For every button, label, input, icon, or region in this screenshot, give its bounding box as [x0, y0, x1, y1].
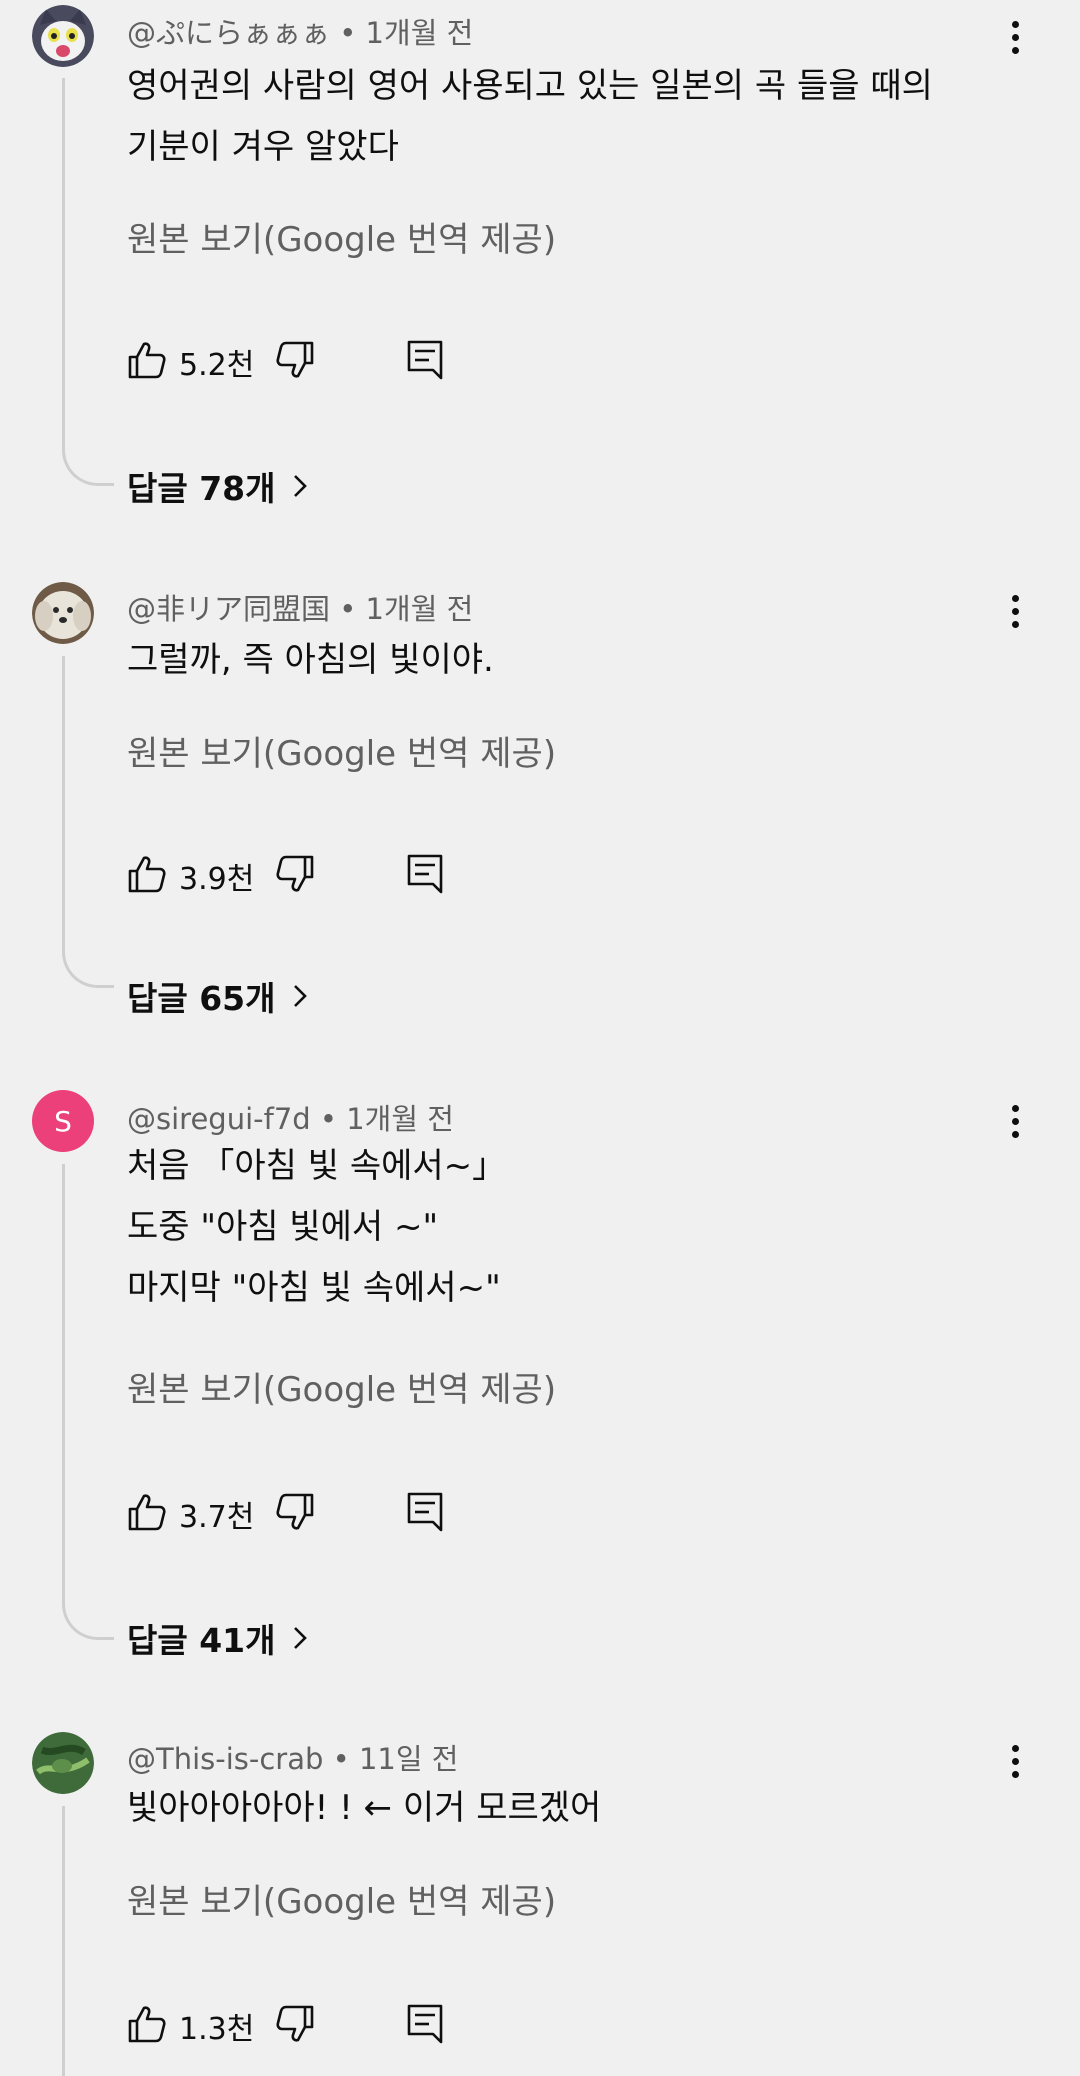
comment-line: 영어권의 사람의 영어 사용되고 있는 일본의 곡 들을 때의: [127, 66, 933, 106]
thread-line: [62, 1806, 114, 2076]
chevron-right-icon: [293, 985, 307, 1007]
thumbs-down-icon[interactable]: [275, 1492, 315, 1532]
timestamp: • 1개월 전: [339, 592, 474, 626]
comment-line: 그럴까, 즉 아침의 빛이야.: [127, 640, 494, 680]
author-name[interactable]: @非リア同盟国: [127, 592, 330, 626]
avatar-letter: S: [54, 1104, 72, 1138]
reply-comment-icon[interactable]: [405, 338, 445, 380]
reply-comment-icon[interactable]: [405, 852, 445, 894]
dog-avatar-icon: [32, 582, 94, 644]
more-vert-icon[interactable]: [995, 586, 1035, 636]
action-bar: 5.2천: [127, 336, 467, 386]
action-bar: 3.9천: [127, 850, 467, 900]
reply-comment-icon[interactable]: [405, 1490, 445, 1532]
comment-line: 마지막 "아침 빛 속에서~": [127, 1268, 501, 1308]
author-name[interactable]: @ぷにらぁぁぁ: [127, 16, 330, 50]
thumbs-down-icon[interactable]: [275, 854, 315, 894]
timestamp: • 11일 전: [332, 1742, 459, 1776]
like-count: 5.2천: [179, 348, 255, 383]
comment-line: 처음 「아침 빛 속에서~」: [127, 1146, 507, 1186]
thumbs-up-icon[interactable]: [127, 854, 167, 894]
comment-text: 그럴까, 즉 아침의 빛이야.: [127, 630, 494, 691]
reply-comment-icon[interactable]: [405, 2002, 445, 2044]
comment-meta: @siregui-f7d • 1개월 전: [127, 1096, 454, 1138]
see-original-link[interactable]: 원본 보기(Google 번역 제공): [127, 726, 556, 775]
chevron-right-icon: [293, 1627, 307, 1649]
comment-text: 영어권의 사람의 영어 사용되고 있는 일본의 곡 들을 때의 기분이 겨우 알…: [127, 56, 933, 178]
comment-meta: @ぷにらぁぁぁ • 1개월 전: [127, 10, 473, 52]
view-replies-button[interactable]: 답글 78개: [127, 462, 310, 510]
avatar[interactable]: [32, 582, 94, 644]
timestamp: • 1개월 전: [339, 16, 474, 50]
more-vert-icon[interactable]: [995, 1096, 1035, 1146]
view-replies-button[interactable]: 답글 41개: [127, 1614, 310, 1662]
crab-photo-avatar-icon: [32, 1732, 94, 1794]
author-name[interactable]: @This-is-crab: [127, 1742, 323, 1776]
comment-line: 기분이 겨우 알았다: [127, 127, 399, 167]
replies-label: 답글 41개: [127, 1621, 276, 1660]
replies-label: 답글 78개: [127, 469, 276, 508]
like-count: 3.9천: [179, 862, 255, 897]
replies-label: 답글 65개: [127, 979, 276, 1018]
view-replies-button[interactable]: 답글 65개: [127, 972, 310, 1020]
cat-avatar-icon: [32, 5, 94, 67]
avatar[interactable]: [32, 5, 94, 67]
thumbs-up-icon[interactable]: [127, 2004, 167, 2044]
comment-line: 빛아아아아아! ! ← 이거 모르겠어: [127, 1788, 602, 1828]
see-original-link[interactable]: 원본 보기(Google 번역 제공): [127, 1362, 556, 1411]
more-vert-icon[interactable]: [995, 1736, 1035, 1786]
thread-line: [62, 656, 114, 988]
author-name[interactable]: @siregui-f7d: [127, 1102, 311, 1136]
comment-text: 처음 「아침 빛 속에서~」 도중 "아침 빛에서 ~" 마지막 "아침 빛 속…: [127, 1136, 506, 1319]
comment-meta: @This-is-crab • 11일 전: [127, 1736, 458, 1778]
chevron-right-icon: [293, 475, 307, 497]
action-bar: 1.3천: [127, 2000, 467, 2050]
thumbs-up-icon[interactable]: [127, 340, 167, 380]
thread-line: [62, 1164, 114, 1640]
thumbs-up-icon[interactable]: [127, 1492, 167, 1532]
thumbs-down-icon[interactable]: [275, 2004, 315, 2044]
thread-line: [62, 78, 114, 486]
comment-meta: @非リア同盟国 • 1개월 전: [127, 586, 473, 628]
like-count: 1.3천: [179, 2012, 255, 2047]
thumbs-down-icon[interactable]: [275, 340, 315, 380]
comment-line: 도중 "아침 빛에서 ~": [127, 1207, 439, 1247]
action-bar: 3.7천: [127, 1488, 467, 1538]
timestamp: • 1개월 전: [319, 1102, 454, 1136]
see-original-link[interactable]: 원본 보기(Google 번역 제공): [127, 1874, 556, 1923]
avatar[interactable]: [32, 1732, 94, 1794]
more-vert-icon[interactable]: [995, 12, 1035, 62]
avatar[interactable]: S: [32, 1090, 94, 1152]
comment-text: 빛아아아아아! ! ← 이거 모르겠어: [127, 1778, 601, 1839]
see-original-link[interactable]: 원본 보기(Google 번역 제공): [127, 212, 556, 261]
like-count: 3.7천: [179, 1500, 255, 1535]
